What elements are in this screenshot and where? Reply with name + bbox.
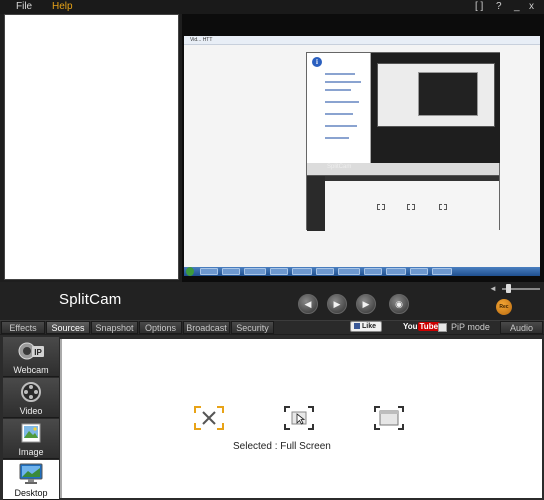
pip-mode-label: PiP mode	[451, 322, 490, 332]
info-icon: i	[312, 57, 322, 67]
thumbs-up-icon	[354, 323, 360, 329]
taskbar-button	[364, 268, 382, 275]
video-preview: Vid... HTT i SplitCam	[182, 14, 544, 282]
close-button[interactable]: x	[529, 1, 534, 13]
minimize-button[interactable]: _	[514, 1, 520, 13]
taskbar-button	[222, 268, 240, 275]
cursor-select-icon[interactable]	[283, 405, 315, 431]
selected-mode-text: Selected : Full Screen	[233, 441, 331, 452]
film-reel-icon	[21, 382, 41, 402]
like-label: Like	[362, 323, 377, 330]
tab-snapshot[interactable]: Snapshot	[91, 321, 138, 334]
start-orb-icon	[186, 267, 194, 276]
taskbar-button	[270, 268, 288, 275]
dialog-text-line	[325, 73, 355, 75]
like-button[interactable]: Like	[350, 321, 382, 332]
source-webcam[interactable]: IP Webcam	[3, 337, 59, 377]
nested-cursor-select-icon	[407, 204, 415, 210]
captured-nested-video	[377, 63, 495, 127]
tab-security[interactable]: Security	[231, 321, 274, 334]
desktop-capture-preview: Vid... HTT i SplitCam	[184, 36, 540, 276]
tab-broadcast[interactable]: Broadcast	[183, 321, 230, 334]
taskbar-button	[386, 268, 406, 275]
preview-side-panel	[4, 14, 179, 280]
tab-audio[interactable]: Audio	[500, 321, 543, 334]
menu-file[interactable]: File	[16, 1, 32, 13]
tab-sources[interactable]: Sources	[46, 321, 90, 334]
captured-dialog: i	[307, 53, 371, 163]
window-capture-icon[interactable]	[373, 405, 405, 431]
taskbar-button	[338, 268, 360, 275]
nested-preview-frame	[418, 72, 478, 116]
dialog-text-line	[325, 113, 353, 115]
snapshot-button[interactable]: ◉	[389, 294, 409, 314]
tab-options[interactable]: Options	[139, 321, 182, 334]
monitor-icon	[19, 463, 43, 484]
taskbar-button	[432, 268, 452, 275]
source-video[interactable]: Video	[3, 378, 59, 418]
source-image-label: Image	[18, 447, 44, 457]
pip-mode-checkbox[interactable]	[438, 323, 447, 332]
captured-window-titlebar: Vid... HTT	[184, 36, 540, 45]
full-screen-icon[interactable]	[193, 405, 225, 431]
youtube-tube-text: Tube	[417, 322, 441, 331]
captured-sources-panel	[307, 175, 499, 231]
picture-icon	[21, 423, 41, 443]
svg-text:IP: IP	[34, 348, 42, 357]
nested-window-capture-icon	[439, 204, 447, 210]
dialog-text-line	[325, 89, 351, 91]
volume-slider-handle[interactable]	[506, 284, 511, 293]
menu-bar: File Help [ ] ? _ x	[0, 0, 544, 14]
source-desktop[interactable]: Desktop	[3, 460, 59, 500]
nested-full-screen-icon	[377, 204, 385, 210]
youtube-you-text: You	[403, 322, 418, 331]
help-window-button[interactable]: ?	[496, 1, 502, 13]
captured-splitcam-window: i SplitCam	[306, 52, 500, 231]
fullscreen-window-button[interactable]: [ ]	[475, 1, 483, 13]
nested-splitcam-logo: SplitCam	[327, 164, 352, 170]
taskbar-button	[200, 268, 218, 275]
splitcam-logo: SplitCam	[59, 291, 122, 308]
dialog-text-line	[325, 137, 349, 139]
taskbar-button	[316, 268, 334, 275]
captured-window-title: Vid... HTT	[190, 37, 213, 43]
taskbar-button	[244, 268, 266, 275]
next-button[interactable]: ▶	[356, 294, 376, 314]
webcam-ip-icon: IP	[18, 342, 44, 360]
record-button[interactable]: Rec	[496, 299, 512, 315]
previous-button[interactable]: ◀	[298, 294, 318, 314]
source-video-label: Video	[19, 406, 43, 416]
captured-tab-bar	[325, 176, 499, 181]
dialog-text-line	[325, 81, 361, 83]
taskbar-button	[292, 268, 312, 275]
menu-help[interactable]: Help	[52, 1, 73, 13]
dialog-text-line	[325, 101, 359, 103]
source-webcam-label: Webcam	[13, 365, 49, 375]
volume-icon: ◄	[489, 284, 497, 293]
source-image[interactable]: Image	[3, 419, 59, 459]
play-button[interactable]: ▶	[327, 294, 347, 314]
taskbar-button	[410, 268, 428, 275]
captured-source-list	[307, 176, 325, 231]
source-desktop-label: Desktop	[14, 488, 48, 498]
captured-taskbar	[184, 267, 540, 276]
dialog-text-line	[325, 125, 357, 127]
youtube-button[interactable]: You Tube	[403, 321, 441, 332]
captured-dark-panel	[371, 53, 500, 163]
tab-effects[interactable]: Effects	[1, 321, 45, 334]
